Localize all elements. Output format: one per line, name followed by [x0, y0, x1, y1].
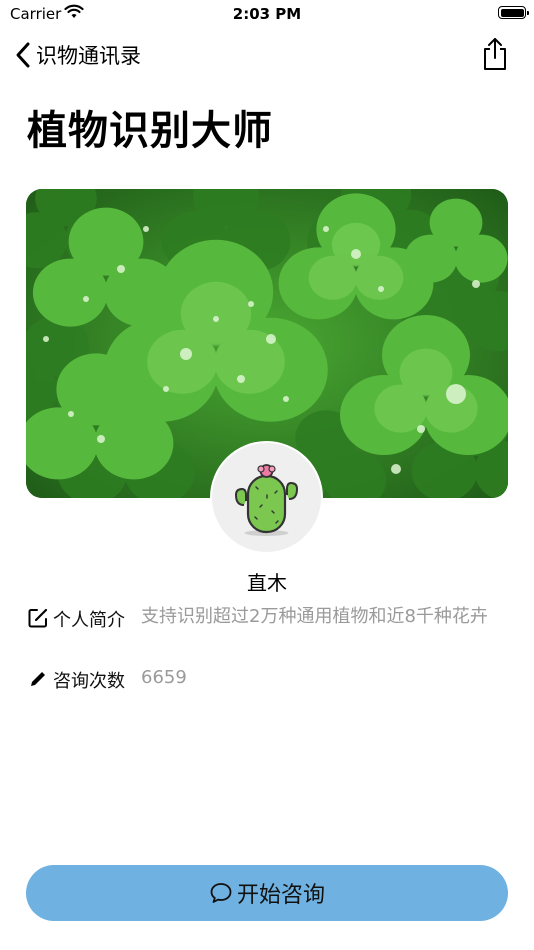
consult-count-row: 咨询次数 6659: [27, 667, 507, 693]
back-button-label: 识物通讯录: [36, 44, 141, 68]
profile-name: 直木: [247, 571, 287, 595]
share-button[interactable]: [480, 36, 510, 76]
battery-icon: [498, 6, 529, 19]
share-icon: [484, 38, 506, 70]
pencil-icon: [31, 672, 45, 686]
page-title: 植物识别大师: [27, 108, 273, 154]
start-consult-label: 开始咨询: [236, 883, 325, 908]
count-value: 6659: [141, 667, 187, 688]
status-time: 2:03 PM: [232, 5, 302, 23]
chevron-left-icon: [16, 42, 30, 68]
edit-square-icon: [28, 608, 48, 628]
chat-bubble-icon: [210, 883, 232, 903]
count-label: 咨询次数: [53, 671, 125, 692]
status-bar: Carrier 2:03 PM: [0, 0, 534, 28]
navigation-bar: 识物通讯录: [0, 30, 534, 80]
avatar: [210, 441, 323, 554]
start-consult-button[interactable]: 开始咨询: [26, 865, 508, 921]
intro-value: 支持识别超过2万种通用植物和近8千种花卉: [141, 606, 488, 627]
back-button[interactable]: 识物通讯录: [14, 38, 141, 72]
intro-label: 个人简介: [53, 610, 125, 631]
intro-row: 个人简介 支持识别超过2万种通用植物和近8千种花卉: [27, 606, 507, 632]
cactus-icon: [234, 464, 299, 536]
